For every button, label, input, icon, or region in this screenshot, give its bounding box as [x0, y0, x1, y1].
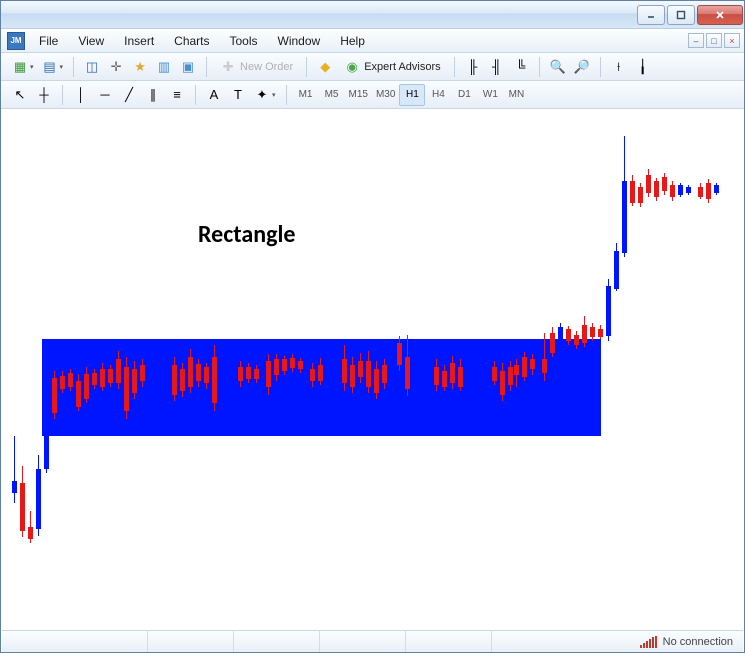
- terminal-button[interactable]: ▥: [152, 56, 176, 78]
- menu-window[interactable]: Window: [268, 31, 331, 51]
- fibonacci-icon: ≡: [169, 87, 185, 103]
- titlebar: [1, 1, 744, 29]
- tester-icon: ▣: [180, 59, 196, 75]
- timeframe-m30[interactable]: M30: [372, 84, 399, 106]
- toolbar-drawing: ↖ ┼ │ ─ ╱ ∥ ≡ A T ✦▾ M1M5M15M30H1H4D1W1M…: [1, 81, 744, 109]
- navigator-button[interactable]: ✛: [104, 56, 128, 78]
- candle-icon: ╽: [635, 59, 651, 75]
- menu-file[interactable]: File: [29, 31, 68, 51]
- text-label-button[interactable]: T: [226, 84, 250, 106]
- vertical-line-button[interactable]: │: [69, 84, 93, 106]
- menu-insert[interactable]: Insert: [114, 31, 164, 51]
- crosshair-icon: ┼: [36, 87, 52, 103]
- periodicity-button[interactable]: ╢: [485, 56, 509, 78]
- market-watch-button[interactable]: ◫: [80, 56, 104, 78]
- text-button[interactable]: A: [202, 84, 226, 106]
- statusbar-cell-4: [406, 631, 492, 652]
- mdi-minimize-button[interactable]: –: [688, 33, 704, 48]
- strategy-tester-button[interactable]: ▣: [176, 56, 200, 78]
- mdi-controls: – □ ×: [688, 33, 744, 48]
- candle-chart-button[interactable]: ╽: [631, 56, 655, 78]
- timeframe-h4[interactable]: H4: [425, 84, 451, 106]
- periodicity-icon: ╢: [489, 59, 505, 75]
- timeframe-m5[interactable]: M5: [319, 84, 345, 106]
- connection-status: No connection: [630, 636, 743, 648]
- trendline-icon: ╱: [121, 87, 137, 103]
- terminal-icon: ▥: [156, 59, 172, 75]
- cursor-button[interactable]: ↖: [8, 84, 32, 106]
- data-window-button[interactable]: ★: [128, 56, 152, 78]
- order-icon: ✚: [220, 59, 236, 75]
- chart[interactable]: Rectangle: [2, 111, 743, 628]
- meta-icon: ◆: [317, 59, 333, 75]
- chart-annotation: Rectangle: [198, 220, 295, 249]
- fibonacci-button[interactable]: ≡: [165, 84, 189, 106]
- connection-label: No connection: [663, 636, 733, 648]
- menu-tools[interactable]: Tools: [220, 31, 268, 51]
- profiles-icon: ▤: [42, 59, 58, 75]
- templates-button[interactable]: ╚: [509, 56, 533, 78]
- zoom-out-button[interactable]: 🔎: [570, 56, 594, 78]
- timeframe-m1[interactable]: M1: [293, 84, 319, 106]
- channel-button[interactable]: ∥: [141, 84, 165, 106]
- expert-advisors-button[interactable]: ◉ Expert Advisors: [337, 56, 447, 78]
- star-icon: ★: [132, 59, 148, 75]
- shapes-button[interactable]: ✦▾: [250, 84, 280, 106]
- template-icon: ╚: [513, 59, 529, 75]
- text-label-icon: T: [230, 87, 246, 103]
- navigator-icon: ✛: [108, 59, 124, 75]
- zoom-in-button[interactable]: 🔍: [546, 56, 570, 78]
- timeframe-h1[interactable]: H1: [399, 84, 425, 106]
- minimize-button[interactable]: [637, 5, 665, 25]
- statusbar-cell-3: [320, 631, 406, 652]
- cursor-icon: ↖: [12, 87, 28, 103]
- indicator-icon: ╟: [465, 59, 481, 75]
- timeframe-mn[interactable]: MN: [503, 84, 529, 106]
- horizontal-line-button[interactable]: ─: [93, 84, 117, 106]
- toolbar-main: ▦▾ ▤▾ ◫ ✛ ★ ▥ ▣ ✚ New Order ◆ ◉ Expert Adv…: [1, 53, 744, 81]
- shapes-icon: ✦: [254, 87, 270, 103]
- market-watch-icon: ◫: [84, 59, 100, 75]
- statusbar-cell-2: [234, 631, 320, 652]
- timeframe-d1[interactable]: D1: [451, 84, 477, 106]
- expert-icon: ◉: [344, 59, 360, 75]
- window-controls: [635, 5, 743, 25]
- menubar: JM FileViewInsertChartsToolsWindowHelp –…: [1, 29, 744, 53]
- mdi-close-button[interactable]: ×: [724, 33, 740, 48]
- zoom-out-icon: 🔎: [574, 59, 590, 75]
- statusbar-cell-1: [148, 631, 234, 652]
- new-order-button: ✚ New Order: [213, 56, 300, 78]
- meta-button[interactable]: ◆: [313, 56, 337, 78]
- vline-icon: │: [73, 87, 89, 103]
- indicator-list-button[interactable]: ╟: [461, 56, 485, 78]
- text-icon: A: [206, 87, 222, 103]
- maximize-button[interactable]: [667, 5, 695, 25]
- bar-chart-button[interactable]: ⟊: [607, 56, 631, 78]
- statusbar-cell-0: [2, 631, 148, 652]
- app-icon: JM: [7, 32, 25, 50]
- new-chart-button[interactable]: ▦▾: [8, 56, 38, 78]
- profiles-button[interactable]: ▤▾: [38, 56, 68, 78]
- close-button[interactable]: [697, 5, 743, 25]
- menu-charts[interactable]: Charts: [164, 31, 219, 51]
- timeframe-w1[interactable]: W1: [477, 84, 503, 106]
- mdi-restore-button[interactable]: □: [706, 33, 722, 48]
- menu-help[interactable]: Help: [330, 31, 375, 51]
- bar-icon: ⟊: [611, 59, 627, 75]
- menu-view[interactable]: View: [68, 31, 114, 51]
- app-window: JM FileViewInsertChartsToolsWindowHelp –…: [0, 0, 745, 653]
- channel-icon: ∥: [145, 87, 161, 103]
- timeframe-m15[interactable]: M15: [345, 84, 372, 106]
- trendline-button[interactable]: ╱: [117, 84, 141, 106]
- hline-icon: ─: [97, 87, 113, 103]
- zoom-in-icon: 🔍: [550, 59, 566, 75]
- new-chart-icon: ▦: [12, 59, 28, 75]
- expert-advisors-label: Expert Advisors: [364, 61, 440, 73]
- signal-icon: [640, 636, 657, 648]
- statusbar: No connection: [2, 630, 743, 652]
- new-order-label: New Order: [240, 61, 293, 73]
- crosshair-button[interactable]: ┼: [32, 84, 56, 106]
